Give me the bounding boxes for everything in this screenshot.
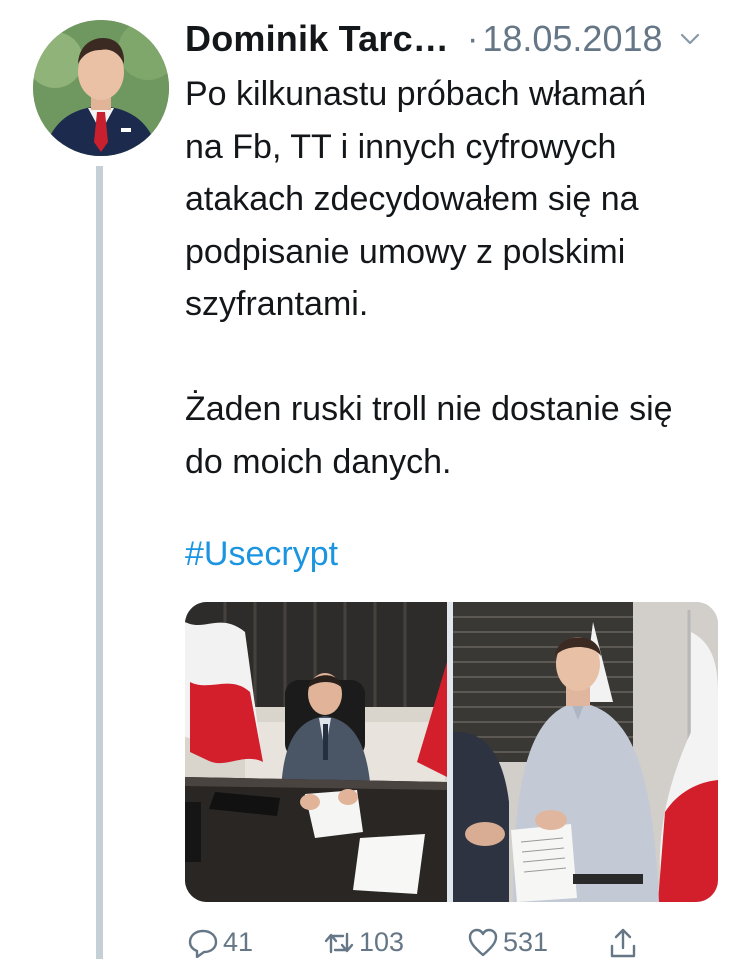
share-icon — [610, 928, 636, 958]
hashtag-link[interactable]: #Usecrypt — [185, 528, 338, 580]
author-avatar[interactable] — [33, 20, 169, 156]
tweet-text: Po kilkunastu próbach włamań na Fb, TT i… — [185, 75, 673, 481]
retweet-button[interactable]: 103 — [323, 926, 404, 958]
photo-handshake[interactable] — [453, 602, 718, 902]
separator-dot: · — [467, 19, 479, 58]
chevron-down-icon[interactable] — [679, 28, 701, 50]
avatar-image — [33, 20, 169, 156]
reply-icon — [188, 929, 218, 958]
thread-line — [96, 166, 103, 959]
heart-icon — [468, 928, 498, 957]
tweet-header: Dominik Tarc… · 18.05.2018 — [185, 14, 725, 64]
reply-count: 41 — [223, 927, 254, 957]
tweet-date[interactable]: 18.05.2018 — [482, 18, 662, 60]
retweet-icon — [324, 932, 354, 954]
share-button[interactable] — [607, 926, 643, 958]
tweet-actions: 41 103 531 — [185, 926, 725, 959]
media-grid — [185, 602, 718, 902]
like-button[interactable]: 531 — [467, 926, 548, 958]
retweet-count: 103 — [359, 927, 405, 957]
photo-signing-at-desk[interactable] — [185, 602, 447, 902]
reply-button[interactable]: 41 — [187, 926, 253, 958]
like-count: 531 — [503, 927, 549, 957]
author-name[interactable]: Dominik Tarc… — [185, 18, 449, 60]
